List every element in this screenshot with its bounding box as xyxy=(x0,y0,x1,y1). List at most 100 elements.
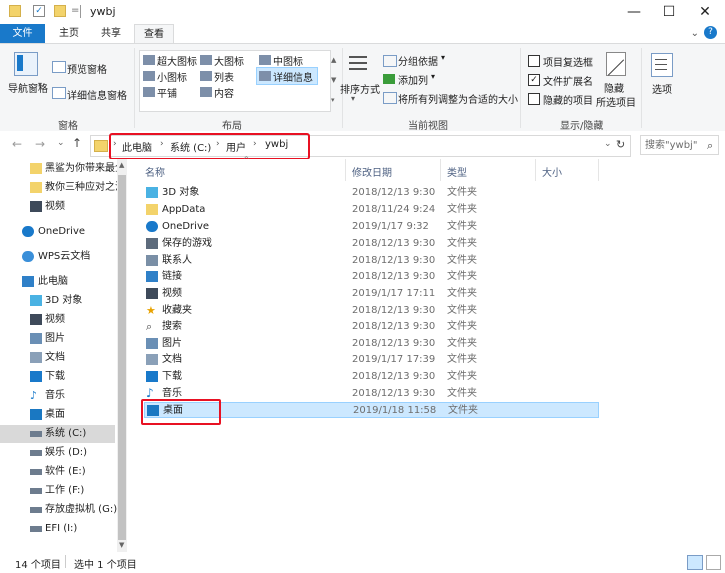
item-checkboxes-checkbox[interactable] xyxy=(528,55,540,67)
nav-item-drive-e[interactable]: 软件 (E:) xyxy=(0,463,115,481)
table-row[interactable]: 联系人 2018/12/13 9:30 文件夹 xyxy=(144,253,599,269)
quick-access-dropdown-icon[interactable]: = xyxy=(71,5,79,16)
layout-small-icons[interactable]: 小图标 xyxy=(157,69,187,84)
nav-item-pictures[interactable]: 图片 xyxy=(0,330,115,348)
new-folder-icon[interactable] xyxy=(54,5,66,17)
refresh-icon[interactable]: ↻ xyxy=(616,138,625,151)
table-row[interactable]: ★ 收藏夹 2018/12/13 9:30 文件夹 xyxy=(144,303,599,319)
column-divider[interactable] xyxy=(440,159,441,181)
item-count: 14 个项目 xyxy=(15,560,61,571)
layout-scroll-icon[interactable]: ▲ ▼ ▾ xyxy=(331,50,339,110)
file-date: 2018/11/24 9:24 xyxy=(352,204,436,215)
nav-item-drive-c[interactable]: 系统 (C:) xyxy=(0,425,115,443)
forward-arrow-icon[interactable]: → xyxy=(35,137,45,151)
nav-item-3d-objects[interactable]: 3D 对象 xyxy=(0,292,115,310)
nav-item-documents[interactable]: 文档 xyxy=(0,349,115,367)
file-name: 搜索 xyxy=(162,321,182,332)
fit-columns-button[interactable]: 将所有列调整为合适的大小 xyxy=(398,91,518,106)
table-row[interactable]: 保存的游戏 2018/12/13 9:30 文件夹 xyxy=(144,236,599,252)
nav-item-videos-qa[interactable]: 视频 xyxy=(0,198,115,216)
crumb-ywbj[interactable]: ywbj xyxy=(265,139,288,150)
nav-item-wps[interactable]: WPS云文档 xyxy=(0,248,115,266)
file-date: 2019/1/17 17:11 xyxy=(352,288,436,299)
layout-list[interactable]: 列表 xyxy=(214,69,234,84)
scrollbar-thumb[interactable] xyxy=(118,175,126,540)
file-type: 文件夹 xyxy=(447,238,477,249)
crumb-system-c[interactable]: 系统 (C:) xyxy=(170,139,211,154)
chevron-right-icon[interactable]: › xyxy=(160,139,164,149)
nav-item-pinned-2[interactable]: 教你三种应对之法 xyxy=(0,179,125,197)
column-divider[interactable] xyxy=(535,159,536,181)
cloud-icon xyxy=(146,221,158,232)
address-dropdown-icon[interactable]: ⌄ xyxy=(604,139,612,149)
group-by-button[interactable]: 分组依据 xyxy=(398,53,438,68)
tab-view[interactable]: 查看 xyxy=(134,24,174,45)
column-header-name[interactable]: 名称 xyxy=(145,164,165,179)
tab-home[interactable]: 主页 xyxy=(50,24,88,44)
nav-item-desktop[interactable]: 桌面 xyxy=(0,406,115,424)
table-row[interactable]: 图片 2018/12/13 9:30 文件夹 xyxy=(144,336,599,352)
table-row[interactable]: ⌕ 搜索 2018/12/13 9:30 文件夹 xyxy=(144,319,599,335)
navigation-pane-icon[interactable] xyxy=(14,52,38,76)
hide-selected-button[interactable]: 隐藏 xyxy=(604,80,624,95)
nav-label: 此电脑 xyxy=(38,276,68,287)
table-row[interactable]: 3D 对象 2018/12/13 9:30 文件夹 xyxy=(144,185,599,201)
details-view-icon[interactable] xyxy=(687,555,703,570)
scroll-up-icon[interactable]: ▲ xyxy=(119,161,124,169)
layout-tiles[interactable]: 平铺 xyxy=(157,85,177,100)
column-divider[interactable] xyxy=(598,159,599,181)
file-extensions-checkbox[interactable]: ✓ xyxy=(528,74,540,86)
hidden-items-checkbox[interactable] xyxy=(528,93,540,105)
nav-item-pinned-1[interactable]: 黑鲨为你带来最全 xyxy=(0,160,125,178)
nav-item-onedrive[interactable]: OneDrive xyxy=(0,223,115,241)
column-header-date[interactable]: 修改日期 xyxy=(352,164,392,179)
properties-icon[interactable]: ✓ xyxy=(33,5,45,17)
chevron-right-icon[interactable]: › xyxy=(216,139,220,149)
tab-file[interactable]: 文件 xyxy=(0,24,45,44)
nav-item-drive-g[interactable]: 存放虚拟机 (G:) xyxy=(0,501,117,519)
nav-item-drive-d[interactable]: 娱乐 (D:) xyxy=(0,444,115,462)
chevron-right-icon[interactable]: › xyxy=(253,139,257,149)
layout-content[interactable]: 内容 xyxy=(214,85,234,100)
column-header-size[interactable]: 大小 xyxy=(542,164,562,179)
back-arrow-icon[interactable]: ← xyxy=(12,137,22,151)
column-header-type[interactable]: 类型 xyxy=(447,164,467,179)
table-row[interactable]: 链接 2018/12/13 9:30 文件夹 xyxy=(144,269,599,285)
nav-item-downloads[interactable]: 下载 xyxy=(0,368,115,386)
help-icon[interactable]: ? xyxy=(704,26,717,39)
nav-item-music[interactable]: ♪ 音乐 xyxy=(0,387,115,405)
large-icons-view-icon[interactable] xyxy=(706,555,721,570)
table-row[interactable]: AppData 2018/11/24 9:24 文件夹 xyxy=(144,202,599,218)
layout-medium-icons[interactable]: 中图标 xyxy=(273,53,303,68)
layout-details[interactable]: 详细信息 xyxy=(273,69,313,84)
nav-item-this-pc[interactable]: 此电脑 xyxy=(0,273,115,291)
collapse-ribbon-icon[interactable]: ⌄ xyxy=(691,28,699,39)
nav-item-videos[interactable]: 视频 xyxy=(0,311,115,329)
preview-pane-button[interactable]: 预览窗格 xyxy=(67,61,107,76)
crumb-this-pc[interactable]: 此电脑 xyxy=(122,139,152,154)
chevron-right-icon[interactable]: › xyxy=(113,139,117,149)
close-button[interactable]: ✕ xyxy=(683,0,725,24)
add-column-button[interactable]: 添加列 xyxy=(398,72,428,87)
file-date: 2018/12/13 9:30 xyxy=(352,271,436,282)
file-name: 文档 xyxy=(162,354,182,365)
nav-scrollbar[interactable]: ▲ ▼ xyxy=(117,159,127,552)
table-row[interactable]: 文档 2019/1/17 17:39 文件夹 xyxy=(144,352,599,368)
medium-icons-icon xyxy=(259,55,271,65)
layout-large-icons[interactable]: 大图标 xyxy=(214,53,244,68)
table-row[interactable]: 下载 2018/12/13 9:30 文件夹 xyxy=(144,369,599,385)
table-row[interactable]: 视频 2019/1/17 17:11 文件夹 xyxy=(144,286,599,302)
recent-locations-icon[interactable]: ⌄ xyxy=(57,138,65,148)
scroll-down-icon[interactable]: ▼ xyxy=(119,541,124,549)
nav-item-drive-i[interactable]: EFI (I:) xyxy=(0,520,115,538)
options-button[interactable]: 选项 xyxy=(652,81,672,96)
details-pane-button[interactable]: 详细信息窗格 xyxy=(67,87,127,102)
column-divider[interactable] xyxy=(345,159,346,181)
up-arrow-icon[interactable]: ↑ xyxy=(72,136,82,150)
layout-extra-large-icons[interactable]: 超大图标 xyxy=(157,53,197,68)
tab-share[interactable]: 共享 xyxy=(92,24,130,44)
table-row[interactable]: OneDrive 2019/1/17 9:32 文件夹 xyxy=(144,219,599,235)
crumb-users[interactable]: 用户 xyxy=(226,139,246,154)
sort-by-button[interactable]: 排序方式 xyxy=(340,81,380,96)
nav-item-drive-f[interactable]: 工作 (F:) xyxy=(0,482,115,500)
